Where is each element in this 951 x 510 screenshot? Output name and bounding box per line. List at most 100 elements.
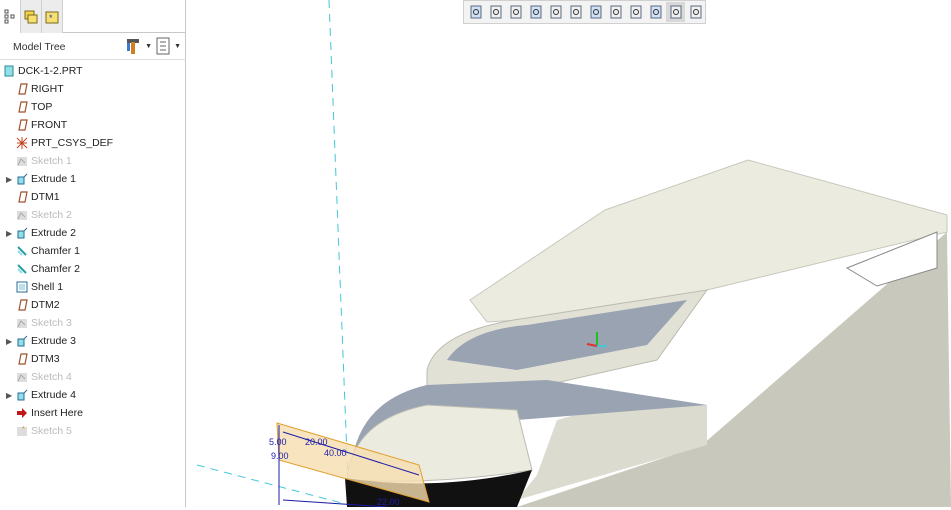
zoom-out-icon	[510, 5, 522, 19]
sketch-display-button[interactable]	[686, 2, 705, 22]
tree-item-label: Sketch 3	[31, 317, 72, 329]
dimension-40[interactable]: 40.00	[324, 448, 347, 458]
model-tree-panel: * Model Tree ▼ ▼ DCK-1-2.PRT RIGHT TOP FRON…	[0, 0, 186, 507]
tree-item[interactable]: Shell 1	[0, 278, 186, 296]
tab-model-tree[interactable]	[0, 0, 21, 33]
annotation-display-icon	[650, 5, 662, 19]
display-style-icon	[550, 5, 562, 19]
dimension-22[interactable]: 22.00	[377, 497, 400, 507]
tree-item[interactable]: DTM2	[0, 296, 186, 314]
tree-item[interactable]: Sketch 1	[0, 152, 186, 170]
tree-item-label: DTM1	[31, 191, 60, 203]
model-tree: DCK-1-2.PRT RIGHT TOP FRONT PRT_CSYS_DEF Sket…	[0, 62, 186, 440]
expand-arrow-icon[interactable]: ▶	[6, 175, 12, 184]
spin-center-icon	[630, 5, 642, 19]
part-icon	[4, 65, 14, 77]
tree-item-label: Chamfer 2	[31, 263, 81, 275]
sketch-new-icon: *	[17, 426, 27, 436]
chamfer-icon	[17, 246, 27, 256]
model-tree-icon	[4, 9, 15, 23]
tree-item[interactable]: PRT_CSYS_DEF	[0, 134, 186, 152]
sketch-icon	[17, 373, 27, 382]
tree-item-label: Chamfer 1	[31, 245, 81, 257]
tree-item[interactable]: Insert Here	[0, 404, 186, 422]
expand-arrow-icon[interactable]: ▶	[6, 229, 12, 238]
tree-item[interactable]: DTM3	[0, 350, 186, 368]
dimension-5[interactable]: 5.00	[269, 437, 287, 447]
tree-item[interactable]: Sketch 2	[0, 206, 186, 224]
spin-center-button[interactable]	[626, 2, 645, 22]
tree-item-label: FRONT	[31, 119, 68, 131]
tree-item[interactable]: ▶ Extrude 1	[0, 170, 186, 188]
datum-axis-vertical	[328, 0, 350, 508]
tree-item[interactable]: ▶ Extrude 4	[0, 386, 186, 404]
tree-item[interactable]: * Sketch 5	[0, 422, 186, 440]
dimension-20[interactable]: 20.00	[305, 437, 328, 447]
sketch-view-button[interactable]	[666, 2, 686, 22]
sketch-view-icon	[670, 5, 682, 19]
sketch-icon	[17, 319, 27, 328]
tree-item-label: Extrude 2	[31, 227, 76, 239]
tree-item-label: PRT_CSYS_DEF	[31, 137, 114, 149]
tree-item[interactable]: RIGHT	[0, 80, 186, 98]
display-style-button[interactable]	[547, 2, 566, 22]
settings-hammer-icon[interactable]	[125, 37, 141, 55]
folder-browser-icon	[24, 10, 38, 23]
navigator-tabs: *	[0, 0, 186, 33]
tree-item[interactable]: Sketch 3	[0, 314, 186, 332]
tree-item-label: DCK-1-2.PRT	[18, 65, 83, 77]
model-view	[196, 0, 951, 508]
dimension-9[interactable]: 9.00	[271, 451, 289, 461]
zoom-in-button[interactable]	[487, 2, 506, 22]
zoom-in-icon	[490, 5, 502, 19]
tree-item-label: Sketch 4	[31, 371, 72, 383]
datum-plane-icon	[18, 353, 28, 365]
tree-item[interactable]: ▶ Extrude 3	[0, 332, 186, 350]
saved-views-button[interactable]	[567, 2, 586, 22]
datum-plane-icon	[18, 101, 28, 113]
datum-plane-icon	[18, 83, 28, 95]
zoom-out-button[interactable]	[507, 2, 526, 22]
expand-arrow-icon[interactable]: ▶	[6, 391, 12, 400]
datum-display-button[interactable]	[606, 2, 625, 22]
tree-item[interactable]: DCK-1-2.PRT	[0, 62, 186, 80]
tab-favorites[interactable]: *	[42, 0, 63, 33]
tree-item[interactable]: Chamfer 2	[0, 260, 186, 278]
show-list-icon[interactable]	[156, 37, 170, 55]
annotation-display-button[interactable]	[646, 2, 665, 22]
tree-item[interactable]: DTM1	[0, 188, 186, 206]
svg-text:*: *	[49, 13, 53, 23]
tree-item-label: Insert Here	[31, 407, 83, 419]
repaint-icon	[530, 5, 542, 19]
view-manager-button[interactable]	[587, 2, 606, 22]
tree-item[interactable]: FRONT	[0, 116, 186, 134]
tree-item[interactable]: ▶ Extrude 2	[0, 224, 186, 242]
tree-item-label: Shell 1	[31, 281, 64, 293]
chevron-down-icon[interactable]: ▼	[174, 43, 181, 50]
graphics-window[interactable]: 5.00 20.00 40.00 9.00 22.00	[187, 0, 951, 508]
datum-plane-icon	[18, 119, 28, 131]
extrude-icon	[17, 335, 28, 347]
extrude-icon	[17, 389, 28, 401]
saved-views-icon	[570, 5, 582, 19]
csys-icon	[16, 137, 28, 149]
tree-item[interactable]: TOP	[0, 98, 186, 116]
tree-item-label: RIGHT	[31, 83, 64, 95]
tree-item[interactable]: Sketch 4	[0, 368, 186, 386]
extrude-icon	[17, 173, 28, 185]
refit-icon	[470, 5, 482, 19]
expand-arrow-icon[interactable]: ▶	[6, 337, 12, 346]
tree-item-label: DTM3	[31, 353, 60, 365]
tree-item-label: TOP	[31, 101, 53, 113]
refit-button[interactable]	[467, 2, 486, 22]
sketch-icon	[17, 211, 27, 220]
tree-item-label: Extrude 1	[31, 173, 76, 185]
tree-item[interactable]: Chamfer 1	[0, 242, 186, 260]
sketch-icon	[17, 157, 27, 166]
tree-item-label: Sketch 1	[31, 155, 72, 167]
chevron-down-icon[interactable]: ▼	[145, 43, 152, 50]
tab-folder-browser[interactable]	[21, 0, 42, 33]
tree-item-label: Extrude 4	[31, 389, 76, 401]
extrude-icon	[17, 227, 28, 239]
repaint-button[interactable]	[527, 2, 546, 22]
